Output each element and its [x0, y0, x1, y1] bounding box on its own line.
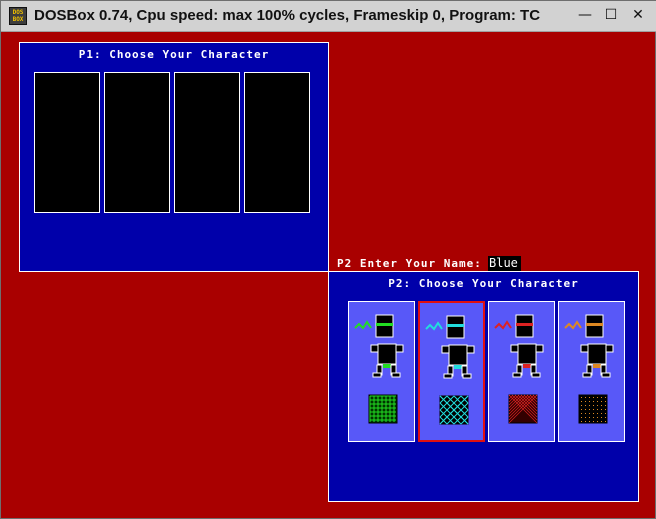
p2-character-card[interactable] — [348, 301, 415, 442]
game-screen: P1: Choose Your Character P2 Enter Your … — [9, 32, 649, 512]
character-pattern-swatch — [578, 394, 608, 424]
p2-name-input[interactable] — [488, 256, 521, 271]
maximize-button[interactable]: ☐ — [597, 4, 625, 26]
p2-name-prompt: P2 Enter Your Name: — [337, 257, 482, 270]
dosbox-app-icon[interactable]: DOS BOX — [9, 7, 27, 25]
p1-character-slot[interactable] — [104, 72, 170, 213]
p2-character-card[interactable] — [558, 301, 625, 442]
p2-character-card[interactable] — [488, 301, 555, 442]
p1-character-slot[interactable] — [34, 72, 100, 213]
p1-panel: P1: Choose Your Character — [19, 42, 329, 272]
dosbox-window: DOS BOX DOSBox 0.74, Cpu speed: max 100%… — [0, 0, 656, 519]
p2-panel: P2: Choose Your Character — [328, 271, 639, 502]
character-pattern-swatch — [368, 394, 398, 424]
character-sprite-icon — [494, 314, 544, 424]
character-sprite-icon — [425, 315, 475, 425]
window-title: DOSBox 0.74, Cpu speed: max 100% cycles,… — [34, 7, 541, 24]
close-button[interactable]: ✕ — [624, 4, 652, 26]
p1-character-slot[interactable] — [174, 72, 240, 213]
p2-character-card[interactable] — [418, 301, 485, 442]
p1-character-slot[interactable] — [244, 72, 310, 213]
p1-panel-title: P1: Choose Your Character — [78, 48, 270, 61]
character-sprite-icon — [354, 314, 404, 424]
p2-panel-title: P2: Choose Your Character — [388, 277, 579, 290]
character-sprite-icon — [564, 314, 614, 424]
character-pattern-swatch — [439, 395, 469, 425]
character-pattern-swatch — [508, 394, 538, 424]
minimize-button[interactable]: — — [571, 4, 599, 26]
title-bar[interactable]: DOS BOX DOSBox 0.74, Cpu speed: max 100%… — [1, 1, 656, 32]
